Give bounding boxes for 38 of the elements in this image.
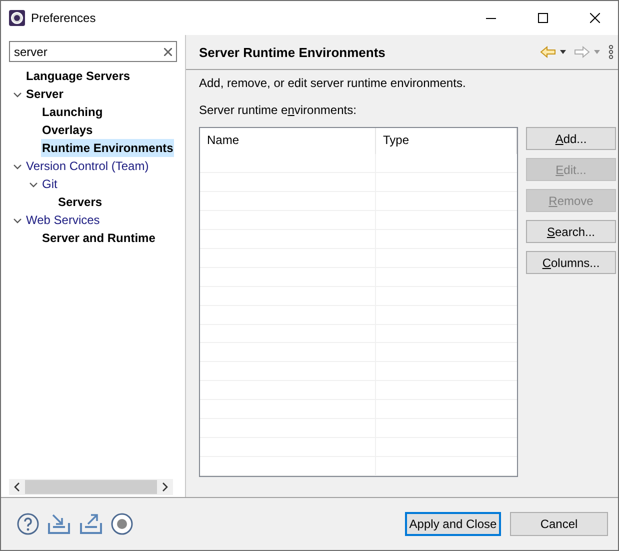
close-icon [590,13,600,23]
tree-item[interactable]: Launching [41,103,104,121]
action-button[interactable]: Columns... [526,251,616,274]
action-button[interactable]: Search... [526,220,616,243]
action-button[interactable]: Add... [526,127,616,150]
description-text: Add, remove, or edit server runtime environments. [199,76,467,90]
filter-box[interactable]: server [9,41,177,62]
chevron-down-icon[interactable] [12,162,22,170]
tree-item[interactable]: Version Control (Team) [25,157,150,175]
import-icon[interactable] [47,513,71,535]
filter-field[interactable]: server [14,44,164,58]
record-icon[interactable] [111,513,133,535]
menu-icon[interactable] [608,45,614,59]
tree-item[interactable]: Git [41,175,58,193]
tree-item[interactable]: Servers [57,193,104,211]
dialog-button[interactable]: Apply and Close [405,512,501,536]
maximize-icon [538,13,548,23]
chevron-down-icon[interactable] [28,180,38,188]
app-icon [9,10,25,26]
page-title: Server Runtime Environments [199,44,386,60]
tree-item[interactable]: Runtime Environments [41,139,174,157]
window-title: Preferences [31,11,97,25]
clear-icon[interactable] [164,48,172,56]
tree-item[interactable]: Overlays [41,121,94,139]
dialog-button[interactable]: Cancel [510,512,608,536]
column-header[interactable]: Type [376,128,517,154]
list-label: Server runtime environments: [199,103,358,117]
tree-item[interactable]: Language Servers [25,67,132,85]
column-header[interactable]: Name [200,128,376,154]
tree-item[interactable]: Server [25,85,64,103]
horizontal-scrollbar[interactable] [9,479,173,495]
chevron-down-icon[interactable] [12,90,22,98]
runtime-table[interactable]: Name Type [199,127,518,477]
tree-item[interactable]: Server and Runtime [41,229,156,247]
export-icon[interactable] [79,513,103,535]
tree-item[interactable]: Web Services [25,211,101,229]
help-icon[interactable] [17,513,39,535]
chevron-down-icon[interactable] [12,216,22,224]
